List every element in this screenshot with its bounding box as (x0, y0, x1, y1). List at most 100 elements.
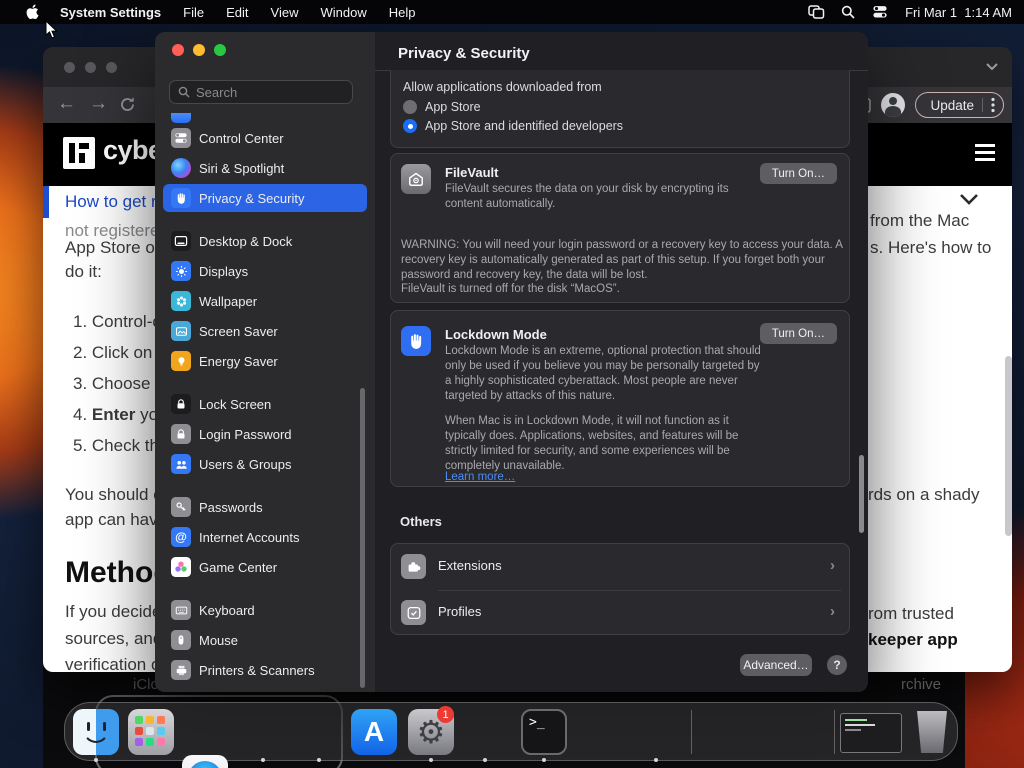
lockdown-turn-on-button[interactable]: Turn On… (759, 323, 837, 344)
forward-icon[interactable]: → (89, 94, 108, 113)
radio-app-store-identified[interactable] (403, 119, 417, 133)
dock: A ⚙ 1 >_ (64, 702, 958, 768)
lockdown-hand-icon (401, 326, 431, 356)
menu-edit[interactable]: Edit (215, 5, 259, 20)
sidebar-item-privacy-security[interactable]: Privacy & Security (163, 184, 367, 212)
menu-bar: System Settings File Edit View Window He… (0, 0, 1024, 24)
key-icon (171, 497, 191, 517)
search-icon[interactable] (835, 1, 861, 23)
sidebar-item-internet-accounts[interactable]: @ Internet Accounts (163, 523, 367, 551)
sidebar-item-label: Privacy & Security (199, 190, 305, 206)
sidebar-item-displays[interactable]: Displays (163, 257, 367, 285)
menu-view[interactable]: View (260, 5, 310, 20)
window-zoom-button[interactable] (106, 62, 117, 73)
dock-safari-icon[interactable] (182, 755, 228, 768)
article-text-fragment: from the Mac (870, 211, 970, 230)
settings-search-input[interactable]: Search (169, 80, 353, 104)
sidebar-item-label: Energy Saver (199, 353, 278, 369)
profile-badge-icon (401, 600, 426, 625)
settings-scrollbar[interactable] (859, 455, 864, 533)
sidebar-item-mouse[interactable]: Mouse (163, 626, 367, 654)
flower-icon (171, 291, 191, 311)
window-close-button[interactable] (64, 62, 75, 73)
sidebar-item-label: Internet Accounts (199, 529, 300, 545)
control-center-icon[interactable] (867, 1, 893, 23)
dock-finder-icon[interactable] (73, 709, 119, 755)
window-close-button[interactable] (172, 44, 184, 56)
lock-icon (171, 394, 191, 414)
article-text-fragment: verification o (65, 655, 161, 672)
article-text-fragment: If you decide (65, 602, 162, 621)
browser-profile-avatar[interactable] (881, 93, 906, 117)
sidebar-item-siri-spotlight[interactable]: Siri & Spotlight (163, 154, 367, 182)
running-indicator (654, 758, 658, 762)
learn-more-link[interactable]: Learn more… (445, 471, 515, 483)
article-text-fragment: rom trusted (868, 604, 954, 623)
chevron-right-icon: › (830, 603, 835, 620)
puzzle-icon (401, 554, 426, 579)
dock-separator (691, 710, 692, 754)
lockdown-paragraph: When Mac is in Lockdown Mode, it will no… (445, 415, 739, 472)
page-scrollbar[interactable] (1005, 356, 1012, 536)
sidebar-item-keyboard[interactable]: Keyboard (163, 596, 367, 624)
sidebar-scrollbar[interactable] (360, 388, 365, 688)
filevault-icon (401, 164, 431, 194)
advanced-button[interactable]: Advanced… (740, 654, 812, 676)
site-logo-icon[interactable] (63, 137, 95, 169)
dock-app-store-icon[interactable]: A (351, 709, 397, 755)
update-button-label: Update (930, 97, 974, 113)
dock-separator (834, 710, 835, 754)
menu-app-name[interactable]: System Settings (49, 5, 172, 20)
radio-label: App Store and identified developers (425, 119, 624, 133)
chevron-right-icon: › (830, 557, 835, 574)
sidebar-item-lock-screen[interactable]: Lock Screen (163, 390, 367, 418)
apple-menu[interactable] (16, 4, 49, 20)
photo-icon (171, 321, 191, 341)
siri-orb-icon (171, 158, 191, 178)
back-icon[interactable]: ← (57, 94, 76, 113)
filevault-status: FileVault is turned off for the disk “Ma… (401, 283, 620, 295)
sidebar-item-passwords[interactable]: Passwords (163, 493, 367, 521)
toc-collapse-chevron-icon[interactable] (958, 192, 980, 206)
sidebar-item-label: Control Center (199, 130, 284, 146)
dock-trash-icon[interactable] (917, 711, 947, 753)
page-title: Privacy & Security (398, 45, 530, 62)
sidebar-item-printers-scanners[interactable]: Printers & Scanners (163, 656, 367, 684)
dock-system-settings-icon[interactable]: ⚙ 1 (408, 706, 454, 755)
sidebar-item-login-password[interactable]: Login Password (163, 420, 367, 448)
stage-manager-icon[interactable] (803, 1, 829, 23)
sidebar-item-label: Passwords (199, 499, 263, 515)
search-placeholder: Search (196, 84, 238, 100)
dock-terminal-icon[interactable]: >_ (521, 709, 567, 755)
menu-clock[interactable]: Fri Mar 1 1:14 AM (899, 5, 1012, 20)
article-text-fragment: s. Here's how to (870, 238, 992, 257)
reload-icon[interactable] (119, 96, 136, 113)
tab-search-chevron-icon[interactable] (985, 61, 999, 71)
article-text-fragment: do it: (65, 262, 102, 281)
menu-window[interactable]: Window (309, 5, 377, 20)
sidebar-item-partial-icon[interactable] (171, 113, 191, 123)
sidebar-item-desktop-dock[interactable]: Desktop & Dock (163, 227, 367, 255)
others-card: Extensions › Profiles › (390, 543, 850, 635)
help-button[interactable]: ? (827, 655, 847, 675)
hand-icon (171, 188, 191, 208)
sidebar-item-label: Displays (199, 263, 249, 279)
window-minimize-button[interactable] (193, 44, 205, 56)
sidebar-item-screen-saver[interactable]: Screen Saver (163, 317, 367, 345)
filevault-turn-on-button[interactable]: Turn On… (759, 163, 837, 184)
sidebar-item-users-groups[interactable]: Users & Groups (163, 450, 367, 478)
menu-help[interactable]: Help (378, 5, 427, 20)
dock-minimized-window-thumbnail[interactable] (840, 713, 902, 753)
window-minimize-button[interactable] (85, 62, 96, 73)
radio-app-store[interactable] (403, 100, 417, 114)
sidebar-item-control-center[interactable]: Control Center (163, 124, 367, 152)
sidebar-item-game-center[interactable]: Game Center (163, 553, 367, 581)
more-menu-icon[interactable] (991, 97, 995, 113)
dock-launchpad-icon[interactable] (128, 709, 174, 755)
menu-file[interactable]: File (172, 5, 215, 20)
sidebar-item-label: Printers & Scanners (199, 662, 315, 678)
update-button[interactable]: Update (915, 92, 1004, 118)
window-zoom-button[interactable] (214, 44, 226, 56)
sidebar-item-energy-saver[interactable]: Energy Saver (163, 347, 367, 375)
sidebar-item-wallpaper[interactable]: Wallpaper (163, 287, 367, 315)
